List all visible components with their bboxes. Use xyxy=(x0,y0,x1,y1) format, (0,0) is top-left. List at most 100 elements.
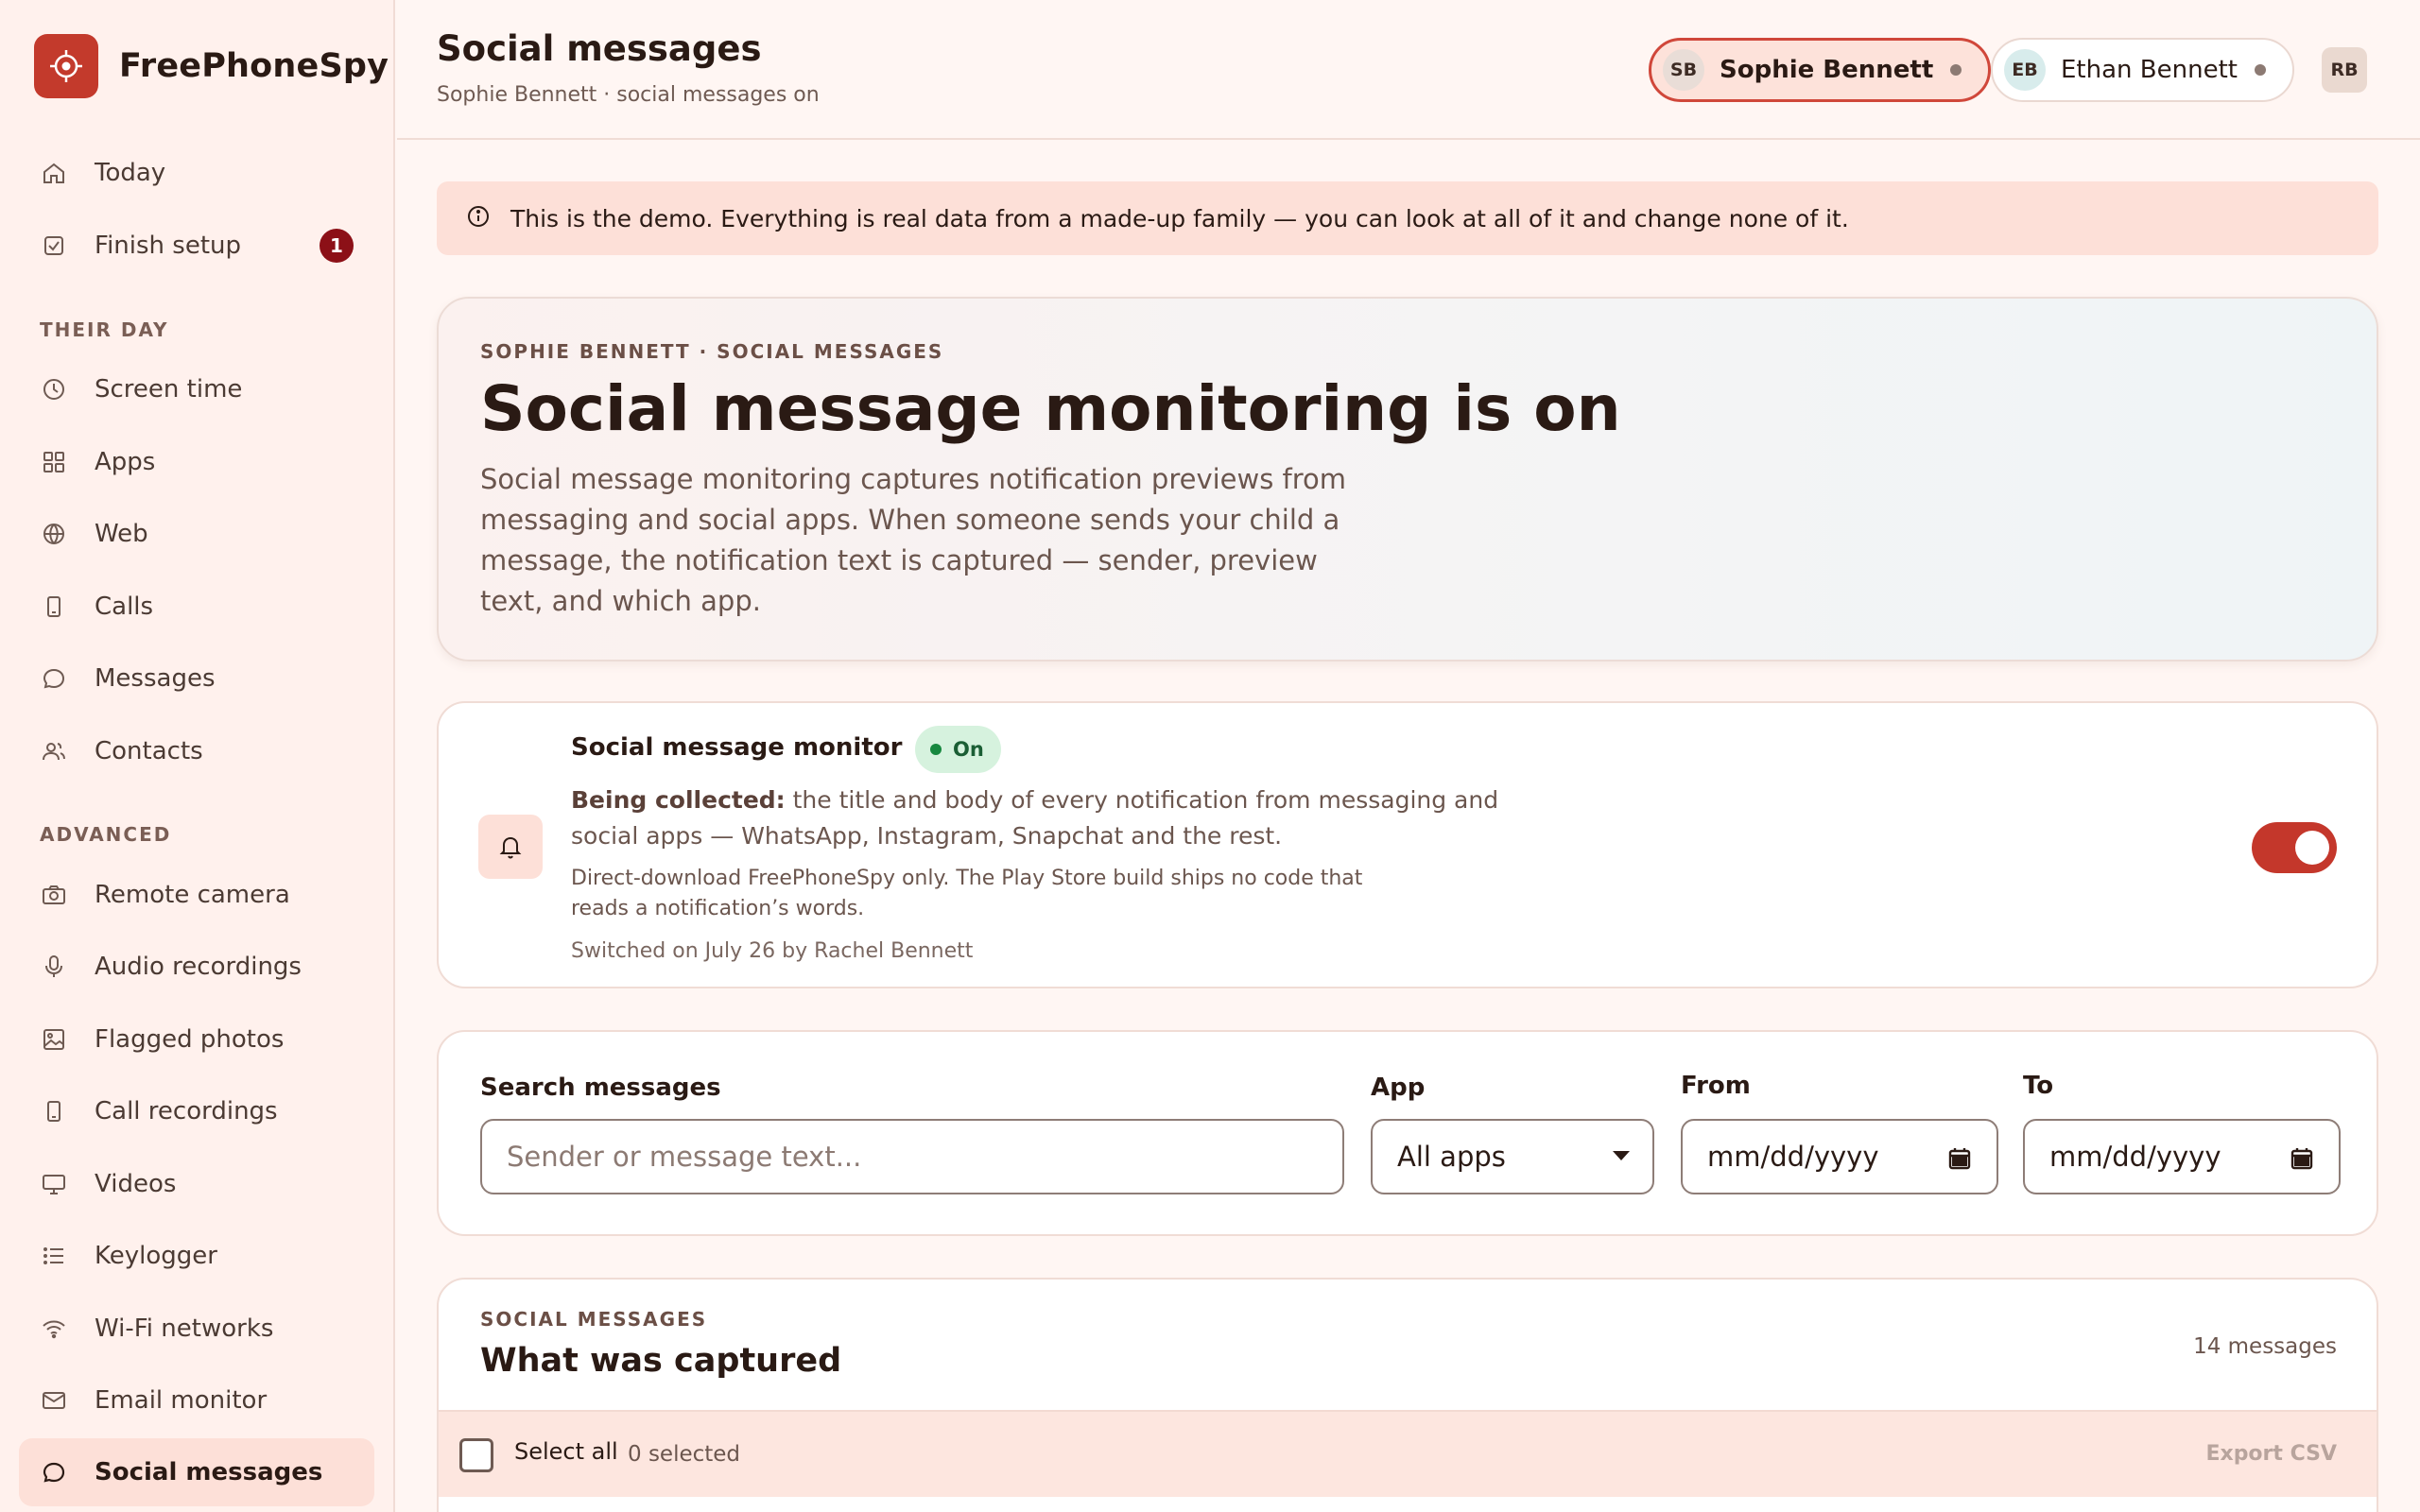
filter-card: Search messages App All apps From mm/dd/… xyxy=(437,1030,2378,1236)
chat-icon xyxy=(40,664,68,693)
nav-item-videos[interactable]: Videos xyxy=(19,1150,374,1218)
app-select[interactable]: All apps xyxy=(1371,1119,1654,1194)
nav-label: Today xyxy=(95,159,166,187)
clock-icon xyxy=(40,375,68,404)
nav-label: Apps xyxy=(95,448,156,476)
status-badge: On xyxy=(915,726,1001,773)
nav-item-screen-time[interactable]: Screen time xyxy=(19,355,374,423)
select-all-checkbox[interactable] xyxy=(459,1438,493,1472)
captured-card: SOCIAL MESSAGES What was captured 14 mes… xyxy=(437,1278,2378,1512)
status-dot xyxy=(2254,64,2266,76)
nav-label: Web xyxy=(95,520,148,548)
phone-icon xyxy=(40,593,68,621)
nav-label: Screen time xyxy=(95,375,243,404)
globe-icon xyxy=(40,520,68,548)
child-switch-sophie[interactable]: SB Sophie Bennett xyxy=(1649,38,1992,102)
nav-item-keylogger[interactable]: Keylogger xyxy=(19,1222,374,1290)
nav-label: Keylogger xyxy=(95,1242,217,1270)
list-icon xyxy=(40,1242,68,1270)
nav-label: Audio recordings xyxy=(95,953,302,981)
nav-label: Flagged photos xyxy=(95,1025,285,1054)
sidebar: FreePhoneSpy Today Finish setup 1 THEIR … xyxy=(0,0,395,1512)
banner-text: This is the demo. Everything is real dat… xyxy=(510,204,1849,232)
camera-icon xyxy=(40,881,68,909)
nav-item-web[interactable]: Web xyxy=(19,500,374,568)
nav-label: Messages xyxy=(95,664,216,693)
export-csv-button[interactable]: Export CSV xyxy=(2205,1442,2337,1466)
switched-on-info: Switched on July 26 by Rachel Bennett xyxy=(571,939,974,963)
nav-item-email-monitor[interactable]: Email monitor xyxy=(19,1366,374,1435)
nav-label: Contacts xyxy=(95,737,203,765)
nav-label: Remote camera xyxy=(95,881,290,909)
to-date-placeholder: mm/dd/yyyy xyxy=(2049,1141,2221,1173)
page-title: Social messages xyxy=(437,28,762,69)
select-all-label[interactable]: Select all xyxy=(514,1438,618,1465)
message-count: 14 messages xyxy=(2193,1334,2337,1359)
collected-label: Being collected: xyxy=(571,786,786,814)
status-dot xyxy=(930,744,942,755)
hero-title: Social message monitoring is on xyxy=(480,372,1621,445)
from-date-input[interactable]: mm/dd/yyyy xyxy=(1681,1119,1998,1194)
app-select-value: All apps xyxy=(1397,1141,1506,1173)
selection-bar: Select all 0 selected Export CSV xyxy=(439,1410,2377,1497)
nav-label: Email monitor xyxy=(95,1386,268,1415)
image-icon xyxy=(40,1025,68,1054)
top-header: Social messages Sophie Bennett · social … xyxy=(397,0,2420,140)
child-name: Ethan Bennett xyxy=(2061,56,2238,84)
nav-item-flagged-photos[interactable]: Flagged photos xyxy=(19,1005,374,1074)
child-switch-ethan[interactable]: EB Ethan Bennett xyxy=(1991,38,2294,102)
child-name: Sophie Bennett xyxy=(1720,56,1934,84)
nav-label: Social messages xyxy=(95,1458,323,1486)
home-icon xyxy=(40,159,68,187)
calendar-icon[interactable] xyxy=(2290,1145,2314,1177)
nav-item-social-messages[interactable]: Social messages xyxy=(19,1438,374,1506)
wifi-icon xyxy=(40,1314,68,1343)
calendar-icon[interactable] xyxy=(1947,1145,1972,1177)
status-dot xyxy=(1950,64,1962,76)
monitor-card: Social message monitor On Being collecte… xyxy=(437,701,2378,988)
nav-item-today[interactable]: Today xyxy=(19,139,374,207)
page-subtitle: Sophie Bennett · social messages on xyxy=(437,83,820,107)
collected-description: Being collected: the title and body of e… xyxy=(571,782,1516,854)
hero-card: SOPHIE BENNETT · SOCIAL MESSAGES Social … xyxy=(437,297,2378,662)
nav-item-calls[interactable]: Calls xyxy=(19,573,374,641)
nav-label: Calls xyxy=(95,593,154,621)
captured-eyebrow: SOCIAL MESSAGES xyxy=(480,1308,708,1331)
caret-down-icon xyxy=(1613,1151,1630,1160)
demo-banner: This is the demo. Everything is real dat… xyxy=(437,181,2378,255)
app-label: App xyxy=(1371,1074,1426,1102)
avatar: EB xyxy=(2004,49,2046,91)
search-label: Search messages xyxy=(480,1074,721,1102)
bell-icon xyxy=(478,815,543,879)
nav-item-contacts[interactable]: Contacts xyxy=(19,717,374,785)
hero-eyebrow: SOPHIE BENNETT · SOCIAL MESSAGES xyxy=(480,340,944,363)
monitor-toggle[interactable] xyxy=(2252,822,2337,873)
nav-label: Call recordings xyxy=(95,1097,278,1125)
from-label: From xyxy=(1681,1072,1751,1100)
nav-label: Finish setup xyxy=(95,232,241,260)
nav-label: Videos xyxy=(95,1170,177,1198)
to-date-input[interactable]: mm/dd/yyyy xyxy=(2023,1119,2341,1194)
hero-description: Social message monitoring captures notif… xyxy=(480,463,1347,617)
captured-title: What was captured xyxy=(480,1342,842,1380)
nav-item-messages[interactable]: Messages xyxy=(19,644,374,713)
nav-item-apps[interactable]: Apps xyxy=(19,428,374,496)
setup-badge: 1 xyxy=(320,229,354,263)
nav-item-wifi-networks[interactable]: Wi-Fi networks xyxy=(19,1295,374,1363)
nav-item-call-recordings[interactable]: Call recordings xyxy=(19,1077,374,1145)
nav-item-finish-setup[interactable]: Finish setup 1 xyxy=(19,212,374,280)
users-icon xyxy=(40,737,68,765)
from-date-placeholder: mm/dd/yyyy xyxy=(1707,1141,1879,1173)
nav-item-audio-recordings[interactable]: Audio recordings xyxy=(19,933,374,1001)
to-label: To xyxy=(2023,1072,2054,1100)
checkbox-icon xyxy=(40,232,68,260)
selected-count: 0 selected xyxy=(628,1442,741,1467)
mic-icon xyxy=(40,953,68,981)
brand[interactable]: FreePhoneSpy xyxy=(34,34,389,98)
nav-item-remote-camera[interactable]: Remote camera xyxy=(19,861,374,929)
search-input[interactable] xyxy=(480,1119,1344,1194)
monitor-title: Social message monitor xyxy=(571,733,903,762)
user-avatar[interactable]: RB xyxy=(2322,47,2367,93)
monitor-note: Direct-download FreePhoneSpy only. The P… xyxy=(571,867,1363,920)
monitor-icon xyxy=(40,1170,68,1198)
